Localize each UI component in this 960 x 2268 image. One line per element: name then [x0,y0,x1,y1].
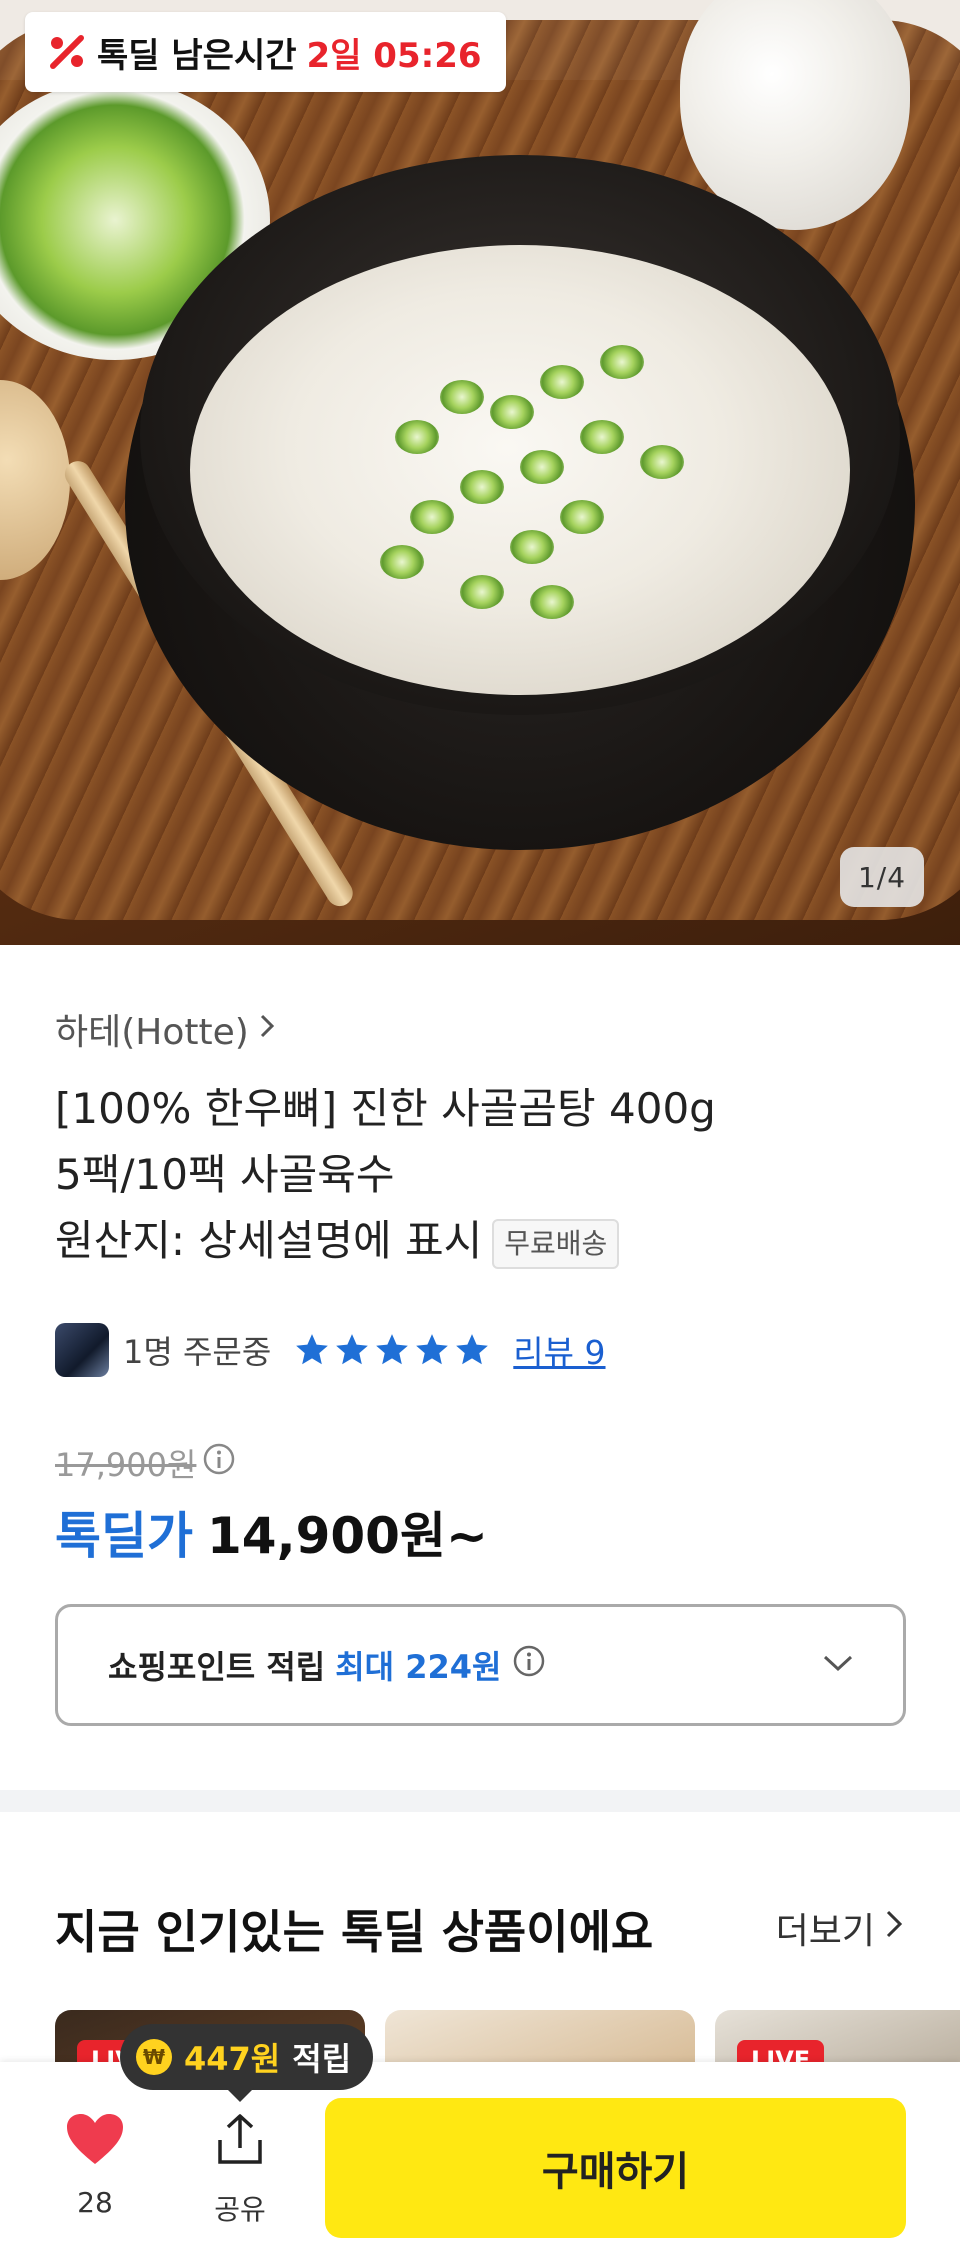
star-icon [416,1334,449,1365]
scallion-garnish [395,420,439,454]
brand-link[interactable]: 하테(Hotte) [55,1003,277,1055]
original-price: 17,900원 [55,1440,236,1486]
popular-section-title: 지금 인기있는 톡딜 상품이에요 [55,1905,654,1959]
deal-timer-label: 톡딜 남은시간 [97,35,297,76]
deal-price-value: 14,900원~ [207,1507,488,1565]
share-icon [212,2112,268,2172]
scallion-garnish [640,445,684,479]
brand-name: 하테(Hotte) [55,1012,249,1053]
rating-stars [293,1331,491,1369]
star-icon [336,1334,369,1365]
points-reward-tooltip: ₩ 447원 적립 [120,2024,374,2090]
deal-price: 톡딜가 14,900원~ [55,1496,488,1568]
scallion-garnish [440,380,484,414]
heart-icon [65,2112,125,2170]
product-title-line: 원산지: 상세설명에 표시 무료배송 [55,1208,915,1274]
scallion-garnish [560,500,604,534]
bottom-action-bar: 28 공유 구매하기 [0,2062,960,2268]
image-page-indicator: 1/4 [840,847,924,907]
deal-timer-value: 2일 05:26 [306,35,482,76]
scallion-garnish [600,345,644,379]
info-icon[interactable] [512,1644,546,1686]
original-price-value: 17,900원 [55,1446,197,1484]
product-origin-text: 원산지: 상세설명에 표시 [55,1216,483,1265]
tooltip-arrow [226,2088,254,2102]
ordering-count: 1명 주문중 [123,1333,272,1371]
like-count: 28 [77,2186,113,2219]
more-link-label: 더보기 [775,1911,875,1952]
tooltip-amount: 447원 [184,2040,281,2078]
more-link[interactable]: 더보기 [776,1902,905,1954]
tooltip-suffix: 적립 [292,2040,352,2078]
scallion-garnish [460,575,504,609]
scallion-garnish [520,450,564,484]
scallion-garnish [460,470,504,504]
review-link[interactable]: 리뷰 9 [513,1326,605,1374]
product-title-line: 5팩/10팩 사골육수 [55,1150,395,1199]
won-coin-icon: ₩ [136,2039,172,2075]
section-divider [0,1790,960,1812]
product-image-carousel[interactable]: 1/4 [0,0,960,945]
star-icon [376,1334,409,1365]
share-button[interactable]: 공유 [200,2112,280,2228]
deal-timer-badge: 톡딜 남은시간 2일 05:26 [25,12,506,92]
scallion-garnish [580,420,624,454]
shopping-points-dropdown[interactable]: 쇼핑포인트 적립 최대 224원 [55,1604,906,1726]
free-shipping-badge: 무료배송 [492,1218,620,1269]
chevron-right-icon [257,1009,277,1050]
scallion-garnish [380,545,424,579]
scallion-garnish [540,365,584,399]
product-title: [100% 한우뼈] 진한 사골곰탕 400g 5팩/10팩 사골육수 원산지:… [55,1076,915,1274]
star-icon [456,1334,489,1365]
chevron-down-icon [821,1653,855,1677]
scallion-garnish [490,395,534,429]
chevron-right-icon [883,1907,905,1950]
scallion-garnish [510,530,554,564]
product-title-line: [100% 한우뼈] 진한 사골곰탕 400g [55,1084,716,1133]
buy-button[interactable]: 구매하기 [325,2098,906,2238]
deal-price-label: 톡딜가 [55,1507,193,1565]
percent-sale-icon [47,32,87,72]
points-max: 최대 224원 [335,1648,502,1686]
points-label: 쇼핑포인트 적립 [108,1648,326,1686]
like-button[interactable]: 28 [55,2112,135,2219]
scallion-garnish [530,585,574,619]
info-icon[interactable] [202,1442,236,1484]
star-icon [296,1334,329,1365]
scallion-garnish [410,500,454,534]
social-proof-row: 1명 주문중 리뷰 9 [55,1322,606,1378]
share-label: 공유 [214,2193,266,2226]
avatar [55,1323,109,1377]
